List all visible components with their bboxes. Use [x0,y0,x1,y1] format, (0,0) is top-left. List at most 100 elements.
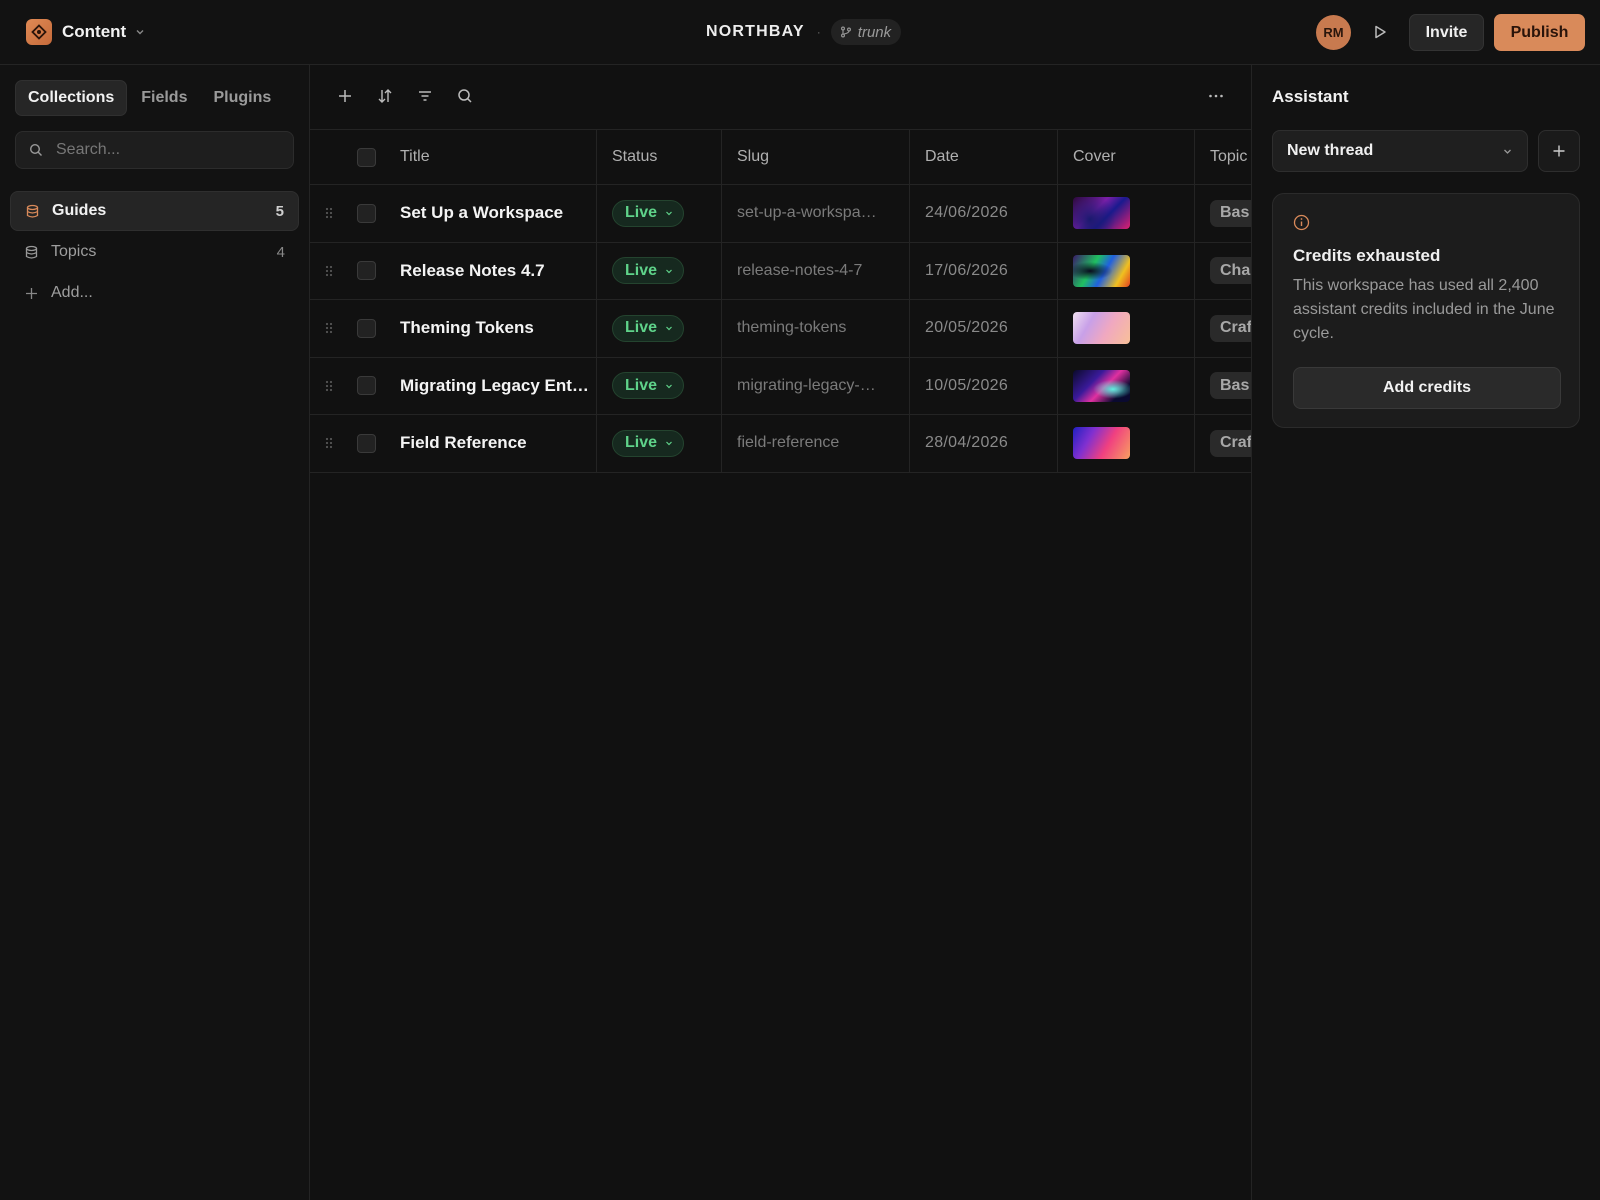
date-cell[interactable]: 17/06/2026 [909,242,1008,299]
branch-badge[interactable]: trunk [830,19,902,45]
cover-cell[interactable] [1057,185,1130,242]
drag-handle[interactable] [324,358,334,415]
status-label: Live [625,376,658,394]
title-cell[interactable]: Migrating Legacy Ent… [400,358,590,415]
column-header-status[interactable]: Status [596,130,657,184]
slug-cell[interactable]: release-notes-4-7 [721,242,909,299]
invite-button[interactable]: Invite [1409,14,1484,51]
search-input[interactable] [56,141,276,159]
select-all-checkbox[interactable] [357,147,376,167]
status-label: Live [625,434,658,452]
status-dropdown[interactable]: Live [612,429,685,457]
tab-collections[interactable]: Collections [15,80,128,116]
table-row[interactable]: Field Reference Live field-reference 28/… [310,415,1251,473]
table-row[interactable]: Set Up a Workspace Live set-up-a-workspa… [310,185,1251,243]
cover-cell[interactable] [1057,357,1130,414]
info-icon [1293,214,1310,231]
row-slug: release-notes-4-7 [737,261,863,279]
topic-cell[interactable]: Craf [1194,300,1251,357]
row-checkbox[interactable] [357,376,376,396]
thread-select[interactable]: New thread [1272,130,1528,172]
cover-thumbnail [1073,312,1130,345]
status-dropdown[interactable]: Live [612,257,685,285]
assistant-title: Assistant [1272,87,1349,106]
branch-icon [840,26,851,38]
title-cell[interactable]: Theming Tokens [400,300,590,357]
topic-badge: Bas [1210,199,1251,227]
title-cell[interactable]: Field Reference [400,415,590,472]
topic-cell[interactable]: Bas [1194,357,1251,414]
drag-handle[interactable] [324,185,334,242]
add-collection-button[interactable]: Add... [10,273,299,313]
sort-icon[interactable] [376,87,394,105]
drag-handle[interactable] [324,415,334,472]
column-header-title[interactable]: Title [400,130,430,184]
status-cell: Live [596,357,685,414]
date-cell[interactable]: 20/05/2026 [909,300,1008,357]
row-title: Release Notes 4.7 [400,260,545,280]
plus-icon [1553,145,1565,157]
column-header-topic[interactable]: Topic [1194,130,1247,184]
add-label: Add... [51,284,93,301]
avatar[interactable]: RM [1316,15,1351,50]
search-icon [29,143,42,156]
slug-cell[interactable]: migrating-legacy-… [721,357,909,414]
topic-badge: Cha [1210,257,1251,285]
row-checkbox-cell [357,300,376,357]
date-cell[interactable]: 10/05/2026 [909,357,1008,414]
title-cell[interactable]: Release Notes 4.7 [400,243,590,300]
chevron-down-icon [666,441,672,446]
row-checkbox-cell [357,415,376,472]
new-thread-button[interactable] [1538,130,1580,172]
add-icon[interactable] [336,87,354,105]
publish-button[interactable]: Publish [1494,14,1585,51]
sidebar-item-guides[interactable]: Guides 5 [10,191,299,231]
drag-handle[interactable] [324,300,334,357]
more-icon[interactable] [1207,87,1225,105]
date-cell[interactable]: 24/06/2026 [909,185,1008,242]
tab-fields[interactable]: Fields [129,80,199,116]
column-header-cover[interactable]: Cover [1057,130,1116,184]
tab-plugins[interactable]: Plugins [201,80,283,116]
chevron-down-icon [666,384,672,389]
drag-handle-icon [325,265,333,276]
slug-cell[interactable]: set-up-a-workspa… [721,185,909,242]
table-row[interactable]: Release Notes 4.7 Live release-notes-4-7… [310,242,1251,300]
row-checkbox[interactable] [357,261,376,281]
drag-handle-icon [325,380,333,391]
column-header-slug[interactable]: Slug [721,130,769,184]
row-title: Field Reference [400,433,527,453]
column-header-date[interactable]: Date [909,130,959,184]
status-label: Live [625,261,658,279]
filter-icon[interactable] [416,87,434,105]
table-row[interactable]: Migrating Legacy Ent… Live migrating-leg… [310,357,1251,415]
left-sidebar: Collections Fields Plugins Guides 5 Topi… [0,65,310,1200]
cover-cell[interactable] [1057,242,1130,299]
play-icon[interactable] [1371,23,1389,41]
row-checkbox[interactable] [357,318,376,338]
sidebar-item-topics[interactable]: Topics 4 [10,232,299,272]
status-dropdown[interactable]: Live [612,199,685,227]
slug-cell[interactable]: theming-tokens [721,300,909,357]
cover-cell[interactable] [1057,415,1130,472]
table-row[interactable]: Theming Tokens Live theming-tokens 20/05… [310,300,1251,358]
drag-handle[interactable] [324,243,334,300]
status-label: Live [625,204,658,222]
date-cell[interactable]: 28/04/2026 [909,415,1008,472]
slug-cell[interactable]: field-reference [721,415,909,472]
topic-cell[interactable]: Cha [1194,242,1251,299]
sidebar-item-label: Topics [51,243,97,260]
app-switcher[interactable]: Content [26,19,146,45]
cover-cell[interactable] [1057,300,1130,357]
status-dropdown[interactable]: Live [612,372,685,400]
chevron-down-icon [666,269,672,274]
add-credits-button[interactable]: Add credits [1293,367,1561,409]
topic-cell[interactable]: Craf [1194,415,1251,472]
status-dropdown[interactable]: Live [612,314,685,342]
title-cell[interactable]: Set Up a Workspace [400,185,590,242]
row-checkbox[interactable] [357,203,376,223]
row-checkbox[interactable] [357,433,376,453]
search-icon[interactable] [456,87,474,105]
project-name: NORTHBAY [706,23,805,40]
topic-cell[interactable]: Bas [1194,185,1251,242]
